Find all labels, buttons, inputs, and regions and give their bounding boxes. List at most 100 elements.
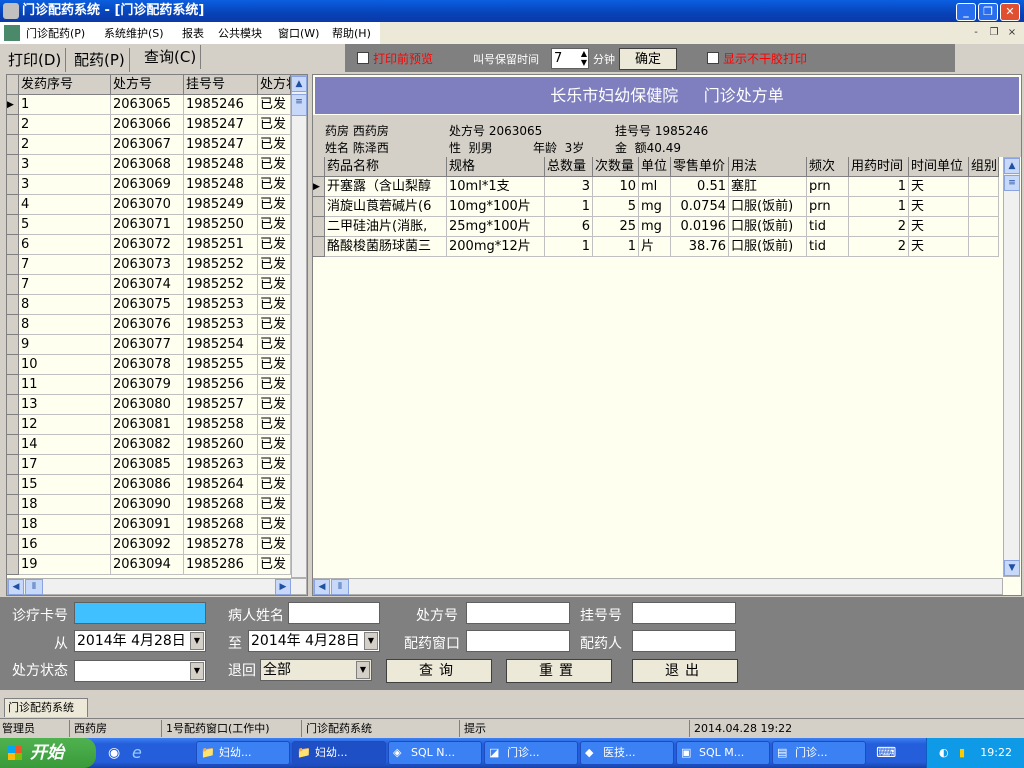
spinner-arrows-icon[interactable]: ▲ ▼ [581,49,587,67]
table-row[interactable]: 15 2063086 1985264 已发 [7,475,291,495]
h-scroll-thumb[interactable]: ⦀ [331,579,349,595]
patient-name-input[interactable] [288,602,380,624]
menu-system[interactable]: 系统维护(S) [104,25,164,41]
column-header[interactable]: 总数量 [545,157,593,177]
from-date-picker[interactable]: 2014年 4月28日 ▼ [74,630,206,652]
scroll-up-icon[interactable]: ▲ [1004,158,1020,174]
menu-outpatient[interactable]: 门诊配药(P) [26,25,85,41]
drug-horizontal-scrollbar[interactable]: ◀ ⦀ [313,578,1003,595]
column-header[interactable]: 发药序号 [19,75,111,95]
table-row[interactable]: 酪酸梭菌肠球菌三 200mg*12片 1 1 片 38.76 口服(饭前) tid 2 天 [313,237,1003,257]
table-row[interactable]: 3 2063069 1985248 已发 [7,175,291,195]
column-header[interactable]: 挂号号 [184,75,258,95]
column-header[interactable]: 零售单价 [671,157,729,177]
restore-button[interactable]: ❐ [978,3,998,21]
taskbar-item[interactable]: ◪ 门诊... [484,741,578,765]
table-row[interactable]: 7 2063073 1985252 已发 [7,255,291,275]
return-select[interactable]: 全部 ▼ [260,659,372,681]
scroll-thumb[interactable]: ≡ [1004,175,1020,191]
column-header[interactable]: 处方号 [111,75,184,95]
h-scroll-thumb[interactable]: ⦀ [25,579,43,595]
mdi-restore-button[interactable]: ❐ [986,26,1002,40]
tab-dispense[interactable]: 配药(P) [70,48,130,72]
dropdown-arrow-icon[interactable]: ▼ [190,632,204,650]
mdi-app-icon[interactable] [4,25,20,41]
table-row[interactable]: ▶ 1 2063065 1985246 已发 [7,95,291,115]
table-row[interactable]: 14 2063082 1985260 已发 [7,435,291,455]
table-row[interactable]: 13 2063080 1985257 已发 [7,395,291,415]
table-row[interactable]: 5 2063071 1985250 已发 [7,215,291,235]
scroll-left-icon[interactable]: ◀ [8,579,24,595]
column-header[interactable]: 时间单位 [909,157,969,177]
table-row[interactable]: 7 2063074 1985252 已发 [7,275,291,295]
table-row[interactable]: 8 2063075 1985253 已发 [7,295,291,315]
security-icon[interactable]: ▮ [959,738,965,768]
query-button[interactable]: 查询 [386,659,492,683]
column-header[interactable]: 药品名称 [325,157,447,177]
table-row[interactable]: 18 2063091 1985268 已发 [7,515,291,535]
menu-reports[interactable]: 报表 [182,25,204,41]
table-row[interactable]: 4 2063070 1985249 已发 [7,195,291,215]
column-header[interactable]: 组别 [969,157,999,177]
table-row[interactable]: 10 2063078 1985255 已发 [7,355,291,375]
hold-time-spinner[interactable]: 7 ▲ ▼ [551,48,589,69]
table-row[interactable]: 二甲硅油片(消胀, 25mg*100片 6 25 mg 0.0196 口服(饭前) tid 2 天 [313,217,1003,237]
dispense-window-input[interactable] [466,630,570,652]
exit-button[interactable]: 退出 [632,659,738,683]
taskbar-item[interactable]: ▣ SQL M... [676,741,770,765]
taskbar-item[interactable]: ◆ 医技... [580,741,674,765]
scroll-right-icon[interactable]: ▶ [275,579,291,595]
tab-query[interactable]: 查询(C) [140,45,202,69]
taskbar-item[interactable]: 📁 妇幼... [292,741,386,765]
table-row[interactable]: 2 2063066 1985247 已发 [7,115,291,135]
table-row[interactable]: 6 2063072 1985251 已发 [7,235,291,255]
tab-print[interactable]: 打印(D) [4,48,67,72]
taskbar-item[interactable]: 📁 妇幼... [196,741,290,765]
dropdown-arrow-icon[interactable]: ▼ [190,662,204,680]
dispenser-input[interactable] [632,630,736,652]
keyboard-icon[interactable]: ⌨ [876,745,896,761]
column-header[interactable]: 规格 [447,157,545,177]
table-row[interactable]: 11 2063079 1985256 已发 [7,375,291,395]
table-row[interactable]: 2 2063067 1985247 已发 [7,135,291,155]
scroll-left-icon[interactable]: ◀ [314,579,330,595]
scroll-up-icon[interactable]: ▲ [291,76,307,92]
table-row[interactable]: 18 2063090 1985268 已发 [7,495,291,515]
card-number-input[interactable] [74,602,206,624]
table-row[interactable]: ▶ 开塞露（含山梨醇 10ml*1支 3 10 ml 0.51 塞肛 prn 1 天 [313,177,1003,197]
rx-number-input[interactable] [466,602,570,624]
taskbar-item[interactable]: ◈ SQL N... [388,741,482,765]
reset-button[interactable]: 重置 [506,659,612,683]
table-row[interactable]: 9 2063077 1985254 已发 [7,335,291,355]
menu-help[interactable]: 帮助(H) [332,25,371,41]
noglue-checkbox[interactable] [707,52,719,64]
dropdown-arrow-icon[interactable]: ▼ [364,632,378,650]
taskbar-item[interactable]: ▤ 门诊... [772,741,866,765]
column-header[interactable]: 用药时间 [849,157,909,177]
dropdown-arrow-icon[interactable]: ▼ [356,661,370,679]
column-header[interactable]: 处方状态 [258,75,291,95]
minimize-button[interactable]: _ [956,3,976,21]
tab-outpatient-dispensing[interactable]: 门诊配药系统 [4,698,88,717]
close-button[interactable]: ✕ [1000,3,1020,21]
column-header[interactable]: 单位 [639,157,671,177]
column-header[interactable]: 用法 [729,157,807,177]
reg-number-input[interactable] [632,602,736,624]
scroll-down-icon[interactable]: ▼ [1004,560,1020,576]
menu-common[interactable]: 公共模块 [218,25,262,41]
column-header[interactable]: 次数量 [593,157,639,177]
confirm-button[interactable]: 确定 [619,48,677,70]
table-row[interactable]: 17 2063085 1985263 已发 [7,455,291,475]
list-vertical-scrollbar[interactable]: ▲ ≡ [291,75,307,578]
ie-icon[interactable]: e [132,743,142,762]
scroll-thumb[interactable]: ≡ [291,94,307,116]
table-row[interactable]: 19 2063094 1985286 已发 [7,555,291,575]
volume-icon[interactable]: ◐ [939,738,949,768]
mdi-close-button[interactable]: × [1004,26,1020,40]
status-select[interactable]: ▼ [74,660,206,682]
list-horizontal-scrollbar[interactable]: ◀ ⦀ ▶ [7,578,307,595]
menu-window[interactable]: 窗口(W) [278,25,319,41]
mdi-minimize-button[interactable]: - [968,26,984,40]
preview-checkbox[interactable] [357,52,369,64]
table-row[interactable]: 8 2063076 1985253 已发 [7,315,291,335]
